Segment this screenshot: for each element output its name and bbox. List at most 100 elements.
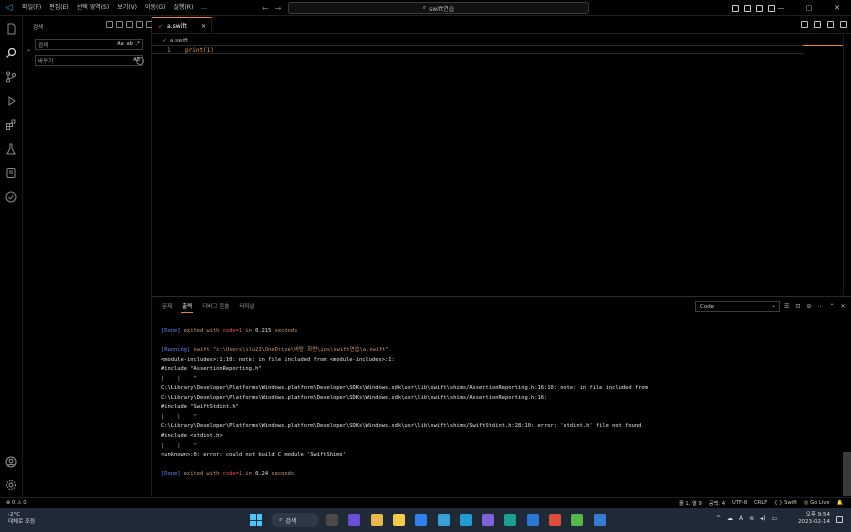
toggle-panel-icon[interactable]: [744, 4, 751, 12]
wifi-icon[interactable]: ≋: [749, 515, 754, 522]
tab-label: a.swift: [167, 22, 187, 30]
cloud-icon[interactable]: ☁: [727, 515, 733, 522]
lock-scroll-icon[interactable]: ⊡: [795, 303, 800, 310]
breadcrumb[interactable]: ➶ a.swift: [162, 37, 188, 44]
tab-terminal[interactable]: 터미널: [238, 300, 255, 313]
clear-results-icon[interactable]: [116, 21, 123, 28]
volume-icon[interactable]: ◂): [760, 515, 765, 522]
run-code-icon[interactable]: [801, 21, 808, 28]
tab-debug-console[interactable]: 디버그 콘솔: [201, 300, 230, 313]
forward-arrow-icon[interactable]: →: [275, 4, 282, 13]
notification-center-icon[interactable]: [836, 516, 843, 523]
menu-file[interactable]: 파일(F): [18, 0, 45, 16]
output-channel-select[interactable]: Code ⌄: [695, 301, 780, 312]
split-editor-icon[interactable]: [827, 21, 834, 28]
taskbar-app-icon[interactable]: [526, 514, 539, 526]
editor-scrollbar[interactable]: [843, 34, 851, 295]
code-line[interactable]: 1 print(1): [152, 45, 804, 54]
toggle-sidebar-icon[interactable]: [732, 4, 739, 12]
close-tab-icon[interactable]: ✕: [201, 23, 206, 30]
panel-actions: ☰ ⊡ ⊘ ⋯ ⌃ ✕: [784, 303, 846, 310]
output-segment: swift "c:\Users\ilu23\OneDrive\바탕 화면\ios…: [193, 347, 389, 354]
account-icon[interactable]: [4, 455, 18, 469]
settings-icon[interactable]: [4, 478, 18, 492]
code-text[interactable]: print(1): [185, 47, 214, 54]
more-panel-icon[interactable]: ⋯: [817, 303, 823, 310]
testing-icon[interactable]: [4, 142, 18, 156]
open-changes-icon[interactable]: [814, 21, 821, 28]
remote-icon[interactable]: [4, 166, 18, 180]
maximize-button[interactable]: ▢: [795, 0, 823, 16]
menu-go[interactable]: 이동(G): [141, 0, 169, 16]
toggle-replace-chevron-icon[interactable]: ⌄: [26, 46, 31, 53]
taskbar-app-icon[interactable]: [370, 514, 383, 526]
back-arrow-icon[interactable]: ←: [262, 4, 269, 13]
language-mode[interactable]: { } Swift: [774, 500, 797, 507]
new-search-editor-icon[interactable]: [136, 21, 143, 28]
taskbar-app-icon[interactable]: [415, 514, 428, 526]
close-panel-icon[interactable]: ✕: [840, 303, 845, 310]
search-icon: ⌕: [279, 516, 283, 523]
taskbar-app-icon[interactable]: [348, 514, 361, 526]
taskbar-app-icon[interactable]: [437, 514, 450, 526]
output-segment: <module-includes>:1:10: note: in file in…: [161, 356, 395, 363]
search-icon[interactable]: [4, 46, 18, 60]
sidebar-actions: [106, 21, 153, 28]
battery-icon[interactable]: ▭: [772, 515, 778, 522]
menu-selection[interactable]: 선택 영역(S): [73, 0, 113, 16]
menu-more[interactable]: ...: [197, 0, 211, 16]
toggle-secondary-sidebar-icon[interactable]: [756, 4, 763, 12]
match-case-icon[interactable]: Aa: [117, 41, 123, 47]
taskbar-app-icon[interactable]: [326, 514, 338, 526]
taskbar-app-icon[interactable]: [504, 514, 517, 526]
explorer-icon[interactable]: [4, 22, 18, 36]
extensions-icon[interactable]: [4, 118, 18, 132]
refresh-icon[interactable]: [106, 21, 113, 28]
search-icon: ⌕: [422, 4, 427, 11]
notifications-icon[interactable]: 🔔: [837, 500, 843, 507]
vscode-logo-icon: ◁: [5, 2, 13, 13]
taskbar-app-icon[interactable]: [459, 514, 472, 526]
go-live-button[interactable]: ◎ Go Live: [804, 500, 830, 507]
source-control-icon[interactable]: [4, 70, 18, 84]
ime-icon[interactable]: A: [739, 515, 743, 522]
filter-icon[interactable]: ☰: [784, 303, 789, 310]
tab-problems[interactable]: 문제: [161, 300, 173, 313]
close-window-button[interactable]: ✕: [823, 0, 851, 16]
collapse-all-icon[interactable]: [126, 21, 133, 28]
maximize-panel-icon[interactable]: ⌃: [829, 303, 834, 310]
match-whole-word-icon[interactable]: ab: [127, 41, 133, 47]
more-actions-icon[interactable]: [840, 21, 847, 28]
tray-chevron-icon[interactable]: ^: [716, 515, 721, 522]
taskbar-app-icon[interactable]: [549, 514, 561, 526]
panel-scrollbar[interactable]: [843, 452, 851, 496]
tab-a-swift[interactable]: ➶ a.swift ✕: [152, 17, 212, 34]
use-regex-icon[interactable]: .*: [136, 41, 140, 47]
clear-output-icon[interactable]: ⊘: [806, 303, 811, 310]
minimize-button[interactable]: —: [767, 0, 795, 16]
replace-all-icon[interactable]: [136, 57, 144, 65]
clock[interactable]: 오후 9:54 2023-02-14: [796, 512, 830, 526]
taskbar-app-icon[interactable]: [571, 514, 584, 526]
tab-output[interactable]: 출력: [181, 300, 194, 313]
run-debug-icon[interactable]: [4, 94, 18, 108]
weather-widget[interactable]: -2°C 대체로 조림: [8, 512, 35, 526]
taskbar-app-icon[interactable]: [392, 514, 405, 526]
swift-icon[interactable]: [4, 190, 18, 204]
menu-edit[interactable]: 편집(E): [45, 0, 73, 16]
taskbar-search[interactable]: ⌕ 검색: [271, 513, 319, 527]
command-center[interactable]: ⌕ swift연습: [288, 2, 589, 14]
menu-run[interactable]: 실행(R): [169, 0, 197, 16]
encoding[interactable]: UTF-8: [732, 500, 747, 507]
output-segment: [Running]: [161, 347, 194, 354]
line-ending[interactable]: CRLF: [754, 500, 767, 507]
search-input[interactable]: 검색 Aa ab .*: [35, 39, 143, 50]
problems-indicator[interactable]: ⊗ 0 ⚠ 0: [6, 500, 27, 506]
taskbar-app-icon[interactable]: [482, 514, 495, 526]
taskbar-app-icon[interactable]: [593, 514, 606, 526]
indentation[interactable]: 공백: 4: [709, 500, 725, 507]
cursor-position[interactable]: 줄 1, 열 9: [679, 500, 702, 507]
menu-view[interactable]: 보기(V): [113, 0, 141, 16]
replace-input[interactable]: 바꾸기 AB: [35, 55, 143, 66]
start-button[interactable]: [250, 514, 262, 526]
